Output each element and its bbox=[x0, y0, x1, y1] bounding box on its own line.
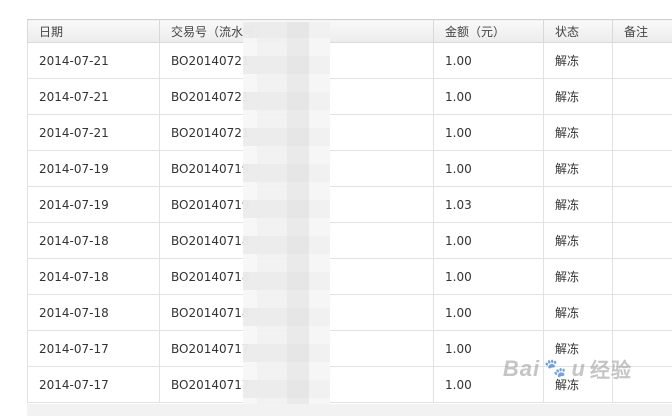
table-row: 2014-07-18 BO20140718 1.00 解冻 bbox=[27, 294, 672, 331]
table-row: 2014-07-18 BO20140718 1.00 解冻 bbox=[27, 222, 672, 259]
cell-amount: 1.00 bbox=[433, 150, 544, 187]
cell-status: 解冻 bbox=[543, 42, 613, 79]
watermark-brand-tail: u bbox=[571, 355, 586, 381]
baidu-jingyan-watermark: Bai 🐾 u 经验 bbox=[503, 354, 632, 383]
cell-note bbox=[612, 42, 672, 79]
header-date: 日期 bbox=[27, 19, 160, 43]
cell-date: 2014-07-19 bbox=[27, 150, 160, 187]
cell-date: 2014-07-18 bbox=[27, 222, 160, 259]
transaction-table: 日期 交易号（流水号） 金额（元） 状态 备注 2014-07-21 BO2014… bbox=[27, 19, 672, 403]
cell-status: 解冻 bbox=[543, 222, 613, 259]
cell-note bbox=[612, 186, 672, 223]
transaction-table-container: 日期 交易号（流水号） 金额（元） 状态 备注 2014-07-21 BO2014… bbox=[27, 19, 672, 403]
cell-note bbox=[612, 294, 672, 331]
cell-amount: 1.00 bbox=[433, 222, 544, 259]
cell-status: 解冻 bbox=[543, 78, 613, 115]
privacy-blur-mask bbox=[243, 22, 330, 416]
cell-date: 2014-07-21 bbox=[27, 114, 160, 151]
table-row: 2014-07-21 BO20140721 1.00 解冻 bbox=[27, 114, 672, 151]
cell-amount: 1.00 bbox=[433, 42, 544, 79]
header-amount: 金额（元） bbox=[433, 19, 544, 43]
cell-note bbox=[612, 150, 672, 187]
table-row: 2014-07-19 BO20140719 1.00 解冻 bbox=[27, 150, 672, 187]
cell-amount: 1.00 bbox=[433, 114, 544, 151]
cell-note bbox=[612, 258, 672, 295]
cell-date: 2014-07-17 bbox=[27, 330, 160, 367]
cell-date: 2014-07-21 bbox=[27, 78, 160, 115]
table-row: 2014-07-19 BO20140719 1.03 解冻 bbox=[27, 186, 672, 223]
cell-amount: 1.00 bbox=[433, 78, 544, 115]
cell-amount: 1.00 bbox=[433, 294, 544, 331]
cell-date: 2014-07-17 bbox=[27, 366, 160, 403]
cell-status: 解冻 bbox=[543, 294, 613, 331]
cell-note bbox=[612, 222, 672, 259]
cell-amount: 1.03 bbox=[433, 186, 544, 223]
cell-date: 2014-07-19 bbox=[27, 186, 160, 223]
cell-note bbox=[612, 78, 672, 115]
header-note: 备注 bbox=[612, 19, 672, 43]
cell-status: 解冻 bbox=[543, 258, 613, 295]
cell-date: 2014-07-18 bbox=[27, 258, 160, 295]
table-header-row: 日期 交易号（流水号） 金额（元） 状态 备注 bbox=[27, 19, 672, 43]
cell-status: 解冻 bbox=[543, 150, 613, 187]
watermark-jingyan: 经验 bbox=[590, 358, 632, 382]
cell-note bbox=[612, 114, 672, 151]
watermark-brand: Bai bbox=[502, 355, 541, 381]
header-status: 状态 bbox=[543, 19, 613, 43]
cell-date: 2014-07-18 bbox=[27, 294, 160, 331]
cell-amount: 1.00 bbox=[433, 258, 544, 295]
table-row: 2014-07-21 BO20140721 1.00 解冻 bbox=[27, 78, 672, 115]
cell-date: 2014-07-21 bbox=[27, 42, 160, 79]
paw-icon: 🐾 bbox=[544, 358, 568, 378]
cell-status: 解冻 bbox=[543, 186, 613, 223]
table-footer bbox=[27, 404, 672, 416]
table-body: 2014-07-21 BO20140721 1.00 解冻 2014-07-21 BO20… bbox=[27, 42, 672, 403]
table-row: 2014-07-18 BO20140718 1.00 解冻 bbox=[27, 258, 672, 295]
table-row: 2014-07-21 BO20140721 1.00 解冻 bbox=[27, 42, 672, 79]
cell-status: 解冻 bbox=[543, 114, 613, 151]
